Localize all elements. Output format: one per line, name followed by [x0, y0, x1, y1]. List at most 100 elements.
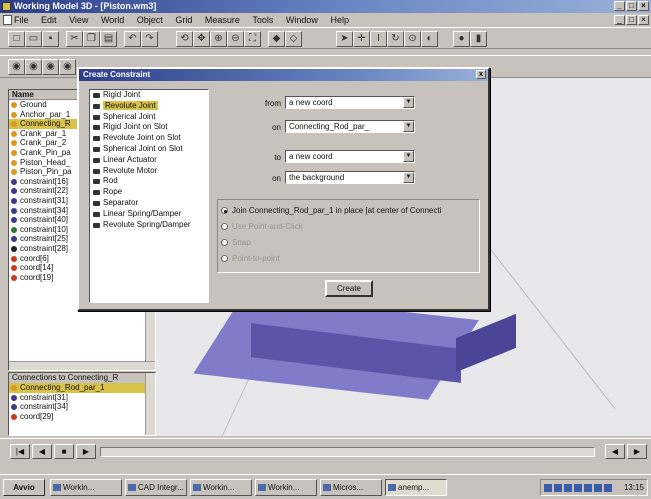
to-combo[interactable]: a new coord ▼ [285, 150, 415, 163]
from-combo[interactable]: a new coord ▼ [285, 96, 415, 109]
menu-measure[interactable]: Measure [205, 13, 240, 27]
menu-tools[interactable]: Tools [252, 13, 273, 27]
dialog-title-bar[interactable]: Create Constraint x [79, 69, 488, 81]
constraint-type-list[interactable]: Rigid Joint Revolute Joint Spherical Joint… [89, 89, 209, 303]
close-icon[interactable]: × [638, 1, 649, 11]
joint-icon[interactable]: ⊙ [404, 31, 421, 47]
doc-close-icon[interactable]: × [638, 15, 649, 25]
move-icon[interactable]: ✛ [353, 31, 370, 47]
connections-scrollbar[interactable] [145, 373, 155, 435]
constraint-type-item[interactable]: Rigid Joint on Slot [90, 122, 208, 133]
menu-window[interactable]: Window [286, 13, 318, 27]
redo-icon[interactable]: ↷ [141, 31, 158, 47]
document-icon[interactable] [3, 15, 12, 25]
constraint-type-item[interactable]: Rigid Joint [90, 90, 208, 101]
task-working-model-1[interactable]: Workin... [50, 479, 122, 496]
menu-file[interactable]: File [14, 13, 29, 27]
menu-view[interactable]: View [69, 13, 88, 27]
chevron-down-icon[interactable]: ▼ [403, 121, 414, 132]
body-tool-3-icon[interactable]: ◉ [42, 59, 59, 75]
constraint-type-item[interactable]: Spherical Joint [90, 112, 208, 123]
render-mode-icon[interactable]: ◆ [268, 31, 285, 47]
sphere-icon[interactable]: ● [453, 31, 470, 47]
body-tool-4-icon[interactable]: ◉ [59, 59, 76, 75]
zoom-out-icon[interactable]: ⊖ [227, 31, 244, 47]
clock[interactable]: 13:15 [624, 483, 644, 492]
object-list-hscrollbar[interactable] [9, 361, 155, 370]
chevron-down-icon[interactable]: ▼ [403, 97, 414, 108]
doc-minimize-icon[interactable]: _ [614, 15, 625, 25]
timeline-slider[interactable] [100, 447, 595, 457]
paste-icon[interactable]: ▤ [100, 31, 117, 47]
app-icon[interactable] [2, 2, 11, 11]
connection-row[interactable]: constraint[34] [9, 402, 155, 412]
constraint-type-item[interactable]: Separator [90, 198, 208, 209]
body-tool-2-icon[interactable]: ◉ [25, 59, 42, 75]
task-working-model-2[interactable]: Workin... [190, 479, 252, 496]
from-on-combo[interactable]: Connecting_Rod_par_ ▼ [285, 120, 415, 133]
pan-view-icon[interactable]: ✥ [193, 31, 210, 47]
play-icon[interactable]: ▶ [76, 444, 96, 459]
dialog-close-icon[interactable]: x [476, 70, 486, 79]
join-option[interactable]: Join Connecting_Rod_par_1 in place [at c… [218, 204, 479, 217]
maximize-icon[interactable]: □ [626, 1, 637, 11]
cylinder-icon[interactable]: ▮ [470, 31, 487, 47]
wireframe-icon[interactable]: ◇ [285, 31, 302, 47]
text-cursor-icon[interactable]: I [370, 31, 387, 47]
zoom-in-icon[interactable]: ⊕ [210, 31, 227, 47]
constraint-type-item[interactable]: Linear Actuator [90, 155, 208, 166]
spin-icon[interactable]: ◐ [421, 31, 438, 47]
constraint-type-item[interactable]: Linear Spring/Damper [90, 209, 208, 220]
tray-icons[interactable] [544, 484, 614, 492]
undo-icon[interactable]: ↶ [124, 31, 141, 47]
doc-restore-icon[interactable]: □ [626, 15, 637, 25]
constraint-type-item[interactable]: Revolute Spring/Damper [90, 220, 208, 231]
constraint-type-item[interactable]: Revolute Joint [90, 100, 208, 112]
task-working-model-3[interactable]: Workin... [255, 479, 317, 496]
task-microsoft[interactable]: Micros... [320, 479, 382, 496]
connection-row[interactable]: coord[29] [9, 412, 155, 422]
menu-grid[interactable]: Grid [175, 13, 192, 27]
rewind-icon[interactable]: |◀ [10, 444, 30, 459]
menu-world[interactable]: World [101, 13, 124, 27]
connection-row[interactable]: constraint[31] [9, 393, 155, 403]
constraint-type-item[interactable]: Revolute Joint on Slot [90, 133, 208, 144]
task-cad-integr[interactable]: CAD Integr... [125, 479, 187, 496]
new-file-icon[interactable]: □ [8, 31, 25, 47]
body-tool-1-icon[interactable]: ◉ [8, 59, 25, 75]
save-icon[interactable]: ▪ [42, 31, 59, 47]
rotate-view-icon[interactable]: ⟲ [176, 31, 193, 47]
app-icon [193, 484, 201, 491]
to-on-combo[interactable]: the background ▼ [285, 171, 415, 184]
constraint-type-icon [93, 168, 100, 174]
scroll-left-icon[interactable]: ◀ [605, 444, 625, 459]
scroll-right-icon[interactable]: ▶ [627, 444, 647, 459]
constraint-type-item[interactable]: Revolute Motor [90, 166, 208, 177]
menu-object[interactable]: Object [137, 13, 163, 27]
chevron-down-icon[interactable]: ▼ [403, 172, 414, 183]
menu-edit[interactable]: Edit [41, 13, 57, 27]
zoom-fit-icon[interactable]: ⛶ [244, 31, 261, 47]
constraint-type-item[interactable]: Spherical Joint on Slot [90, 144, 208, 155]
step-back-icon[interactable]: ◀ [32, 444, 52, 459]
constraint-type-item[interactable]: Rod [90, 176, 208, 187]
chevron-down-icon[interactable]: ▼ [403, 151, 414, 162]
radio-button[interactable] [221, 207, 228, 214]
connection-row[interactable]: Connecting_Rod_par_1 [9, 383, 155, 393]
rotate-icon[interactable]: ↻ [387, 31, 404, 47]
create-button[interactable]: Create [325, 280, 373, 297]
select-arrow-icon[interactable]: ➤ [336, 31, 353, 47]
start-button[interactable]: Avvio [3, 479, 45, 496]
constraint-type-icon [93, 103, 100, 109]
open-file-icon[interactable]: ▭ [25, 31, 42, 47]
cut-icon[interactable]: ✂ [66, 31, 83, 47]
task-anemp[interactable]: anemp... [385, 479, 447, 496]
constraint-icon [11, 217, 17, 224]
constraint-type-label: Rigid Joint [103, 90, 141, 99]
copy-icon[interactable]: ❐ [83, 31, 100, 47]
minimize-icon[interactable]: _ [614, 1, 625, 11]
connections-list[interactable]: Connections to Connecting_R Connecting_R… [8, 372, 156, 436]
menu-help[interactable]: Help [330, 13, 349, 27]
stop-icon[interactable]: ■ [54, 444, 74, 459]
constraint-type-item[interactable]: Rope [90, 187, 208, 198]
